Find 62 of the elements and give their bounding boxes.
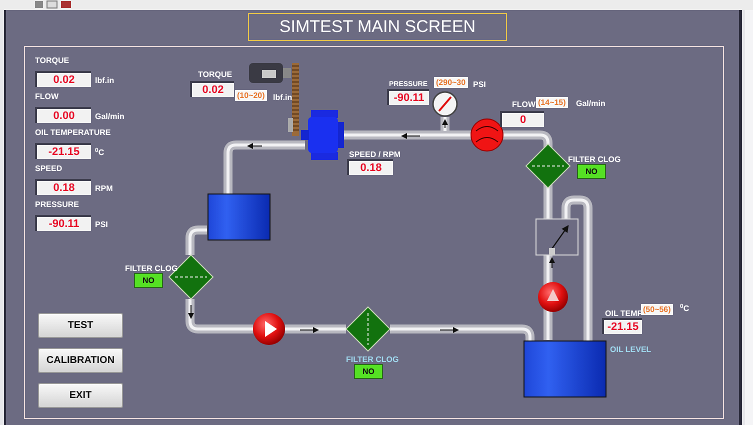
readout-value: 0.02 <box>35 71 91 87</box>
readout-label: TORQUE <box>35 55 70 67</box>
range-label: (50~56) <box>641 304 673 315</box>
unit-label: Gal/min <box>95 111 124 123</box>
flow-label: FLOW <box>512 99 536 111</box>
flow-arrow <box>442 119 448 128</box>
unit-label: $^{0}$C <box>95 147 104 159</box>
screen-button[interactable]: EXIT <box>38 383 123 408</box>
tank <box>208 194 270 240</box>
unit-label: Gal/min <box>576 98 606 110</box>
unit-label: RPM <box>95 183 113 195</box>
readout-value: 0.00 <box>35 107 91 123</box>
range-label: (10~20) <box>235 90 267 101</box>
oil-temp-value: -21.15 <box>602 318 642 334</box>
torque-label: TORQUE <box>198 69 232 81</box>
unit-label: lbf.in <box>273 92 292 104</box>
speed-value: 0.18 <box>347 159 393 175</box>
pressure-value: -90.11 <box>387 89 429 105</box>
pump-icon <box>538 282 568 312</box>
pressure-gauge-icon <box>432 91 458 117</box>
status-indicator: NO <box>577 164 606 179</box>
filter-icon <box>345 306 391 352</box>
screen-button[interactable]: TEST <box>38 313 123 338</box>
status-indicator: NO <box>354 364 383 379</box>
flow-arrow <box>247 143 262 149</box>
torque-value: 0.02 <box>190 81 234 97</box>
speed-label: SPEED / RPM <box>349 149 401 161</box>
pump-icon <box>253 313 285 345</box>
pipe <box>186 299 253 334</box>
oil-level-label: OIL LEVEL <box>610 344 652 356</box>
readout-label: OIL TEMPERATURE <box>35 127 112 139</box>
screen-button[interactable]: CALIBRATION <box>38 348 123 373</box>
range-label: (290~30 <box>434 77 468 88</box>
relief-valve-icon <box>536 218 578 256</box>
unit-label: lbf.in <box>95 75 114 87</box>
unit-label: $^{0}$C <box>680 303 690 315</box>
unit-label: PSI <box>473 79 486 91</box>
toolbar-icons-drawing[interactable] <box>34 0 74 9</box>
filter-clog-label: FILTER CLOG <box>346 354 399 366</box>
flow-arrow <box>401 133 420 139</box>
status-indicator: NO <box>134 273 163 288</box>
flow-meter-icon <box>470 118 504 152</box>
readout-label: SPEED <box>35 163 64 175</box>
range-label: (14~15) <box>536 97 568 108</box>
motor-drawing <box>249 63 291 83</box>
flow-arrow <box>549 257 555 268</box>
screen-title: SIMTEST MAIN SCREEN <box>248 13 507 41</box>
readout-value: -90.11 <box>35 215 91 231</box>
pipe <box>186 226 207 255</box>
readout-label: PRESSURE <box>35 199 80 211</box>
unit-label: PSI <box>95 219 108 231</box>
flow-value: 0 <box>500 111 544 127</box>
readout-label: FLOW <box>35 91 60 103</box>
readout-value: 0.18 <box>35 179 91 195</box>
flow-arrow <box>440 327 459 333</box>
readout-value: -21.15 <box>35 143 91 159</box>
valve-drawing <box>301 110 344 160</box>
flow-arrow <box>300 327 319 333</box>
filter-clog-label: FILTER CLOG <box>568 154 621 166</box>
pipe <box>285 324 346 334</box>
flow-arrow <box>188 304 194 319</box>
filter-clog-label: FILTER CLOG <box>125 263 178 275</box>
